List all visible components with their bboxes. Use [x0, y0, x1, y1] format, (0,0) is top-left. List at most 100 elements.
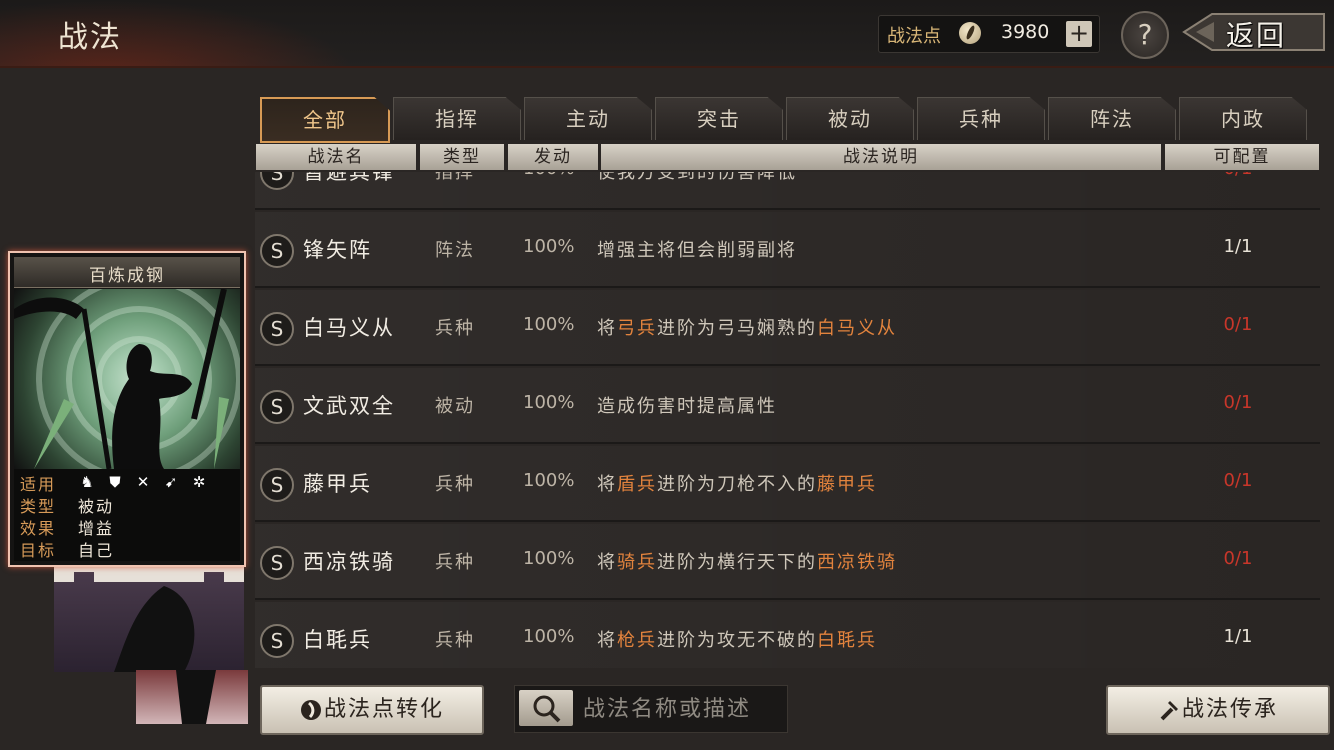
tactic-description: 将枪兵进阶为攻无不破的白毦兵 — [597, 626, 877, 652]
tactic-row[interactable]: S 藤甲兵 兵种 100% 将盾兵进阶为刀枪不入的藤甲兵 0/1 — [255, 446, 1320, 522]
tactic-name: 暂避其锋 — [303, 172, 395, 184]
inherit-tactic-button[interactable]: 战法传承 — [1106, 685, 1330, 735]
description-text: 进阶为弓马娴熟的 — [657, 318, 817, 339]
tactic-type: 阵法 — [435, 240, 475, 261]
tactic-description: 将盾兵进阶为刀枪不入的藤甲兵 — [597, 470, 877, 496]
description-text: 将 — [597, 552, 617, 573]
description-highlight: 白毦兵 — [817, 630, 877, 651]
tactic-name: 西凉铁骑 — [303, 550, 395, 574]
page-title: 战法 — [58, 20, 122, 55]
column-header-name[interactable]: 战法名 — [256, 144, 416, 170]
card-title-bar: 百炼成钢 — [14, 257, 240, 288]
description-text: 造成伤害时提高属性 — [597, 396, 777, 417]
tactic-card-stack-2 — [54, 566, 244, 672]
coin-icon — [300, 700, 321, 720]
tactic-slot-count: 0/1 — [1215, 172, 1261, 179]
tactic-points-label: 战法点 — [887, 26, 941, 47]
tab-internal-affairs[interactable]: 内政 — [1179, 97, 1307, 140]
tactic-row[interactable]: S 白毦兵 兵种 100% 将枪兵进阶为攻无不破的白毦兵 1/1 — [255, 602, 1320, 668]
card-3-art — [176, 670, 216, 724]
tab-assault[interactable]: 突击 — [655, 97, 783, 140]
card-type-label: 类型 — [20, 497, 57, 516]
description-text: 进阶为攻无不破的 — [657, 630, 817, 651]
description-text: 进阶为刀枪不入的 — [657, 474, 817, 495]
tactic-name: 白马义从 — [303, 316, 395, 340]
description-text: 使我方受到的伤害降低 — [597, 172, 797, 183]
card-title: 百炼成钢 — [89, 266, 165, 286]
title-glow — [0, 0, 360, 66]
tab-troop[interactable]: 兵种 — [917, 97, 1045, 140]
back-button[interactable]: 返回 — [1182, 10, 1328, 54]
tactic-slot-count: 0/1 — [1223, 314, 1253, 335]
description-text: 将 — [597, 630, 617, 651]
description-highlight: 盾兵 — [617, 474, 657, 495]
card-effect-value: 增益 — [78, 519, 115, 538]
description-highlight: 骑兵 — [617, 552, 657, 573]
tab-all[interactable]: 全部 — [260, 97, 390, 143]
tactic-rate: 100% — [523, 314, 575, 335]
description-highlight: 枪兵 — [617, 630, 657, 651]
tactic-row[interactable]: S 文武双全 被动 100% 造成伤害时提高属性 0/1 — [255, 368, 1320, 444]
siege-icon: ✲ — [192, 473, 206, 491]
description-highlight: 藤甲兵 — [817, 474, 877, 495]
tab-passive[interactable]: 被动 — [786, 97, 914, 140]
tactic-rate: 100% — [523, 626, 575, 647]
description-highlight: 西凉铁骑 — [817, 552, 897, 573]
tab-active[interactable]: 主动 — [524, 97, 652, 140]
cavalry-icon: ♞ — [80, 473, 94, 491]
help-button[interactable]: ? — [1121, 11, 1169, 59]
tab-formation[interactable]: 阵法 — [1048, 97, 1176, 140]
description-text: 将 — [597, 474, 617, 495]
convert-points-button[interactable]: 战法点转化 — [260, 685, 484, 735]
tactic-slot-count: 0/1 — [1223, 470, 1253, 491]
top-bar: 战法 战法点 3980 + ? 返回 — [0, 0, 1334, 68]
tactic-name: 白毦兵 — [303, 628, 372, 652]
shield-icon: ⛊ — [109, 473, 121, 491]
tactic-row[interactable]: S 暂避其锋 指挥 100% 使我方受到的伤害降低 0/1 — [255, 172, 1320, 210]
tactic-type: 兵种 — [435, 552, 475, 573]
tactic-rate: 100% — [523, 172, 574, 179]
grade-s-icon: S — [260, 546, 294, 580]
tactic-points-box: 战法点 3980 + — [878, 15, 1100, 53]
tactic-card-stack-3 — [136, 670, 248, 724]
tactic-description: 将骑兵进阶为横行天下的西凉铁骑 — [597, 548, 897, 574]
column-header-rate[interactable]: 发动 — [508, 144, 598, 170]
tactic-slot-count: 0/1 — [1223, 392, 1253, 413]
tactic-row[interactable]: S 锋矢阵 阵法 100% 增强主将但会削弱副将 1/1 — [255, 212, 1320, 288]
tactic-list: S 暂避其锋 指挥 100% 使我方受到的伤害降低 0/1 S 锋矢阵 阵法 100% 增强主将但会… — [255, 172, 1320, 668]
tactic-name: 藤甲兵 — [303, 472, 372, 496]
card-target-label: 目标 — [20, 541, 57, 560]
add-points-button[interactable]: + — [1066, 21, 1092, 47]
card-info-panel: 适用 ♞ ⛊ ✕ ➹ ✲ 类型 被动 效果 增益 目标 自己 — [14, 469, 240, 561]
card-type-value: 被动 — [78, 497, 115, 516]
tactic-row[interactable]: S 西凉铁骑 兵种 100% 将骑兵进阶为横行天下的西凉铁骑 0/1 — [255, 524, 1320, 600]
grade-s-icon: S — [260, 312, 294, 346]
grade-s-icon: S — [260, 172, 294, 190]
tactic-rate: 100% — [523, 470, 575, 491]
hammer-icon — [1160, 701, 1178, 721]
tactic-description: 造成伤害时提高属性 — [597, 392, 777, 418]
tactic-type: 兵种 — [435, 630, 475, 651]
tactic-rate: 100% — [523, 236, 575, 257]
card-artwork — [14, 289, 240, 469]
card-target-value: 自己 — [78, 541, 115, 560]
search-icon — [533, 695, 561, 723]
tactic-row[interactable]: S 白马义从 兵种 100% 将弓兵进阶为弓马娴熟的白马义从 0/1 — [255, 290, 1320, 366]
search-button[interactable] — [519, 690, 573, 726]
tactic-points-value: 3980 — [1001, 21, 1050, 43]
tactic-name: 文武双全 — [303, 394, 395, 418]
tab-command[interactable]: 指挥 — [393, 97, 521, 140]
tactic-description: 使我方受到的伤害降低 — [597, 172, 797, 184]
description-text: 增强主将但会削弱副将 — [597, 240, 797, 261]
search-input[interactable] — [581, 692, 783, 726]
grade-s-icon: S — [260, 390, 294, 424]
description-highlight: 弓兵 — [617, 318, 657, 339]
tactic-type: 兵种 — [435, 474, 475, 495]
column-header-slot[interactable]: 可配置 — [1165, 144, 1319, 170]
tactic-name: 锋矢阵 — [303, 238, 372, 262]
selected-tactic-card[interactable]: 百炼成钢 适用 ♞ ⛊ ✕ ➹ ✲ 类型 被动 效果 增益 目标 自己 — [8, 251, 246, 567]
column-header-type[interactable]: 类型 — [420, 144, 504, 170]
column-header-description: 战法说明 — [601, 144, 1161, 170]
tactic-slot-count: 1/1 — [1223, 626, 1253, 647]
convert-points-label: 战法点转化 — [323, 697, 444, 722]
